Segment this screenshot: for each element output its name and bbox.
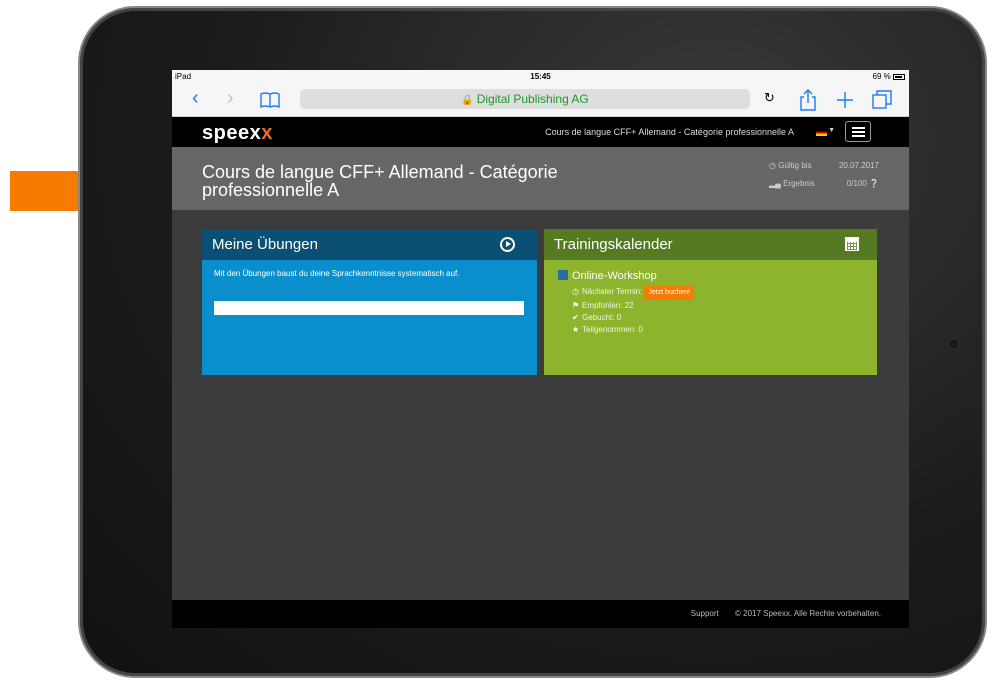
menu-bar-bottom: [852, 135, 865, 137]
ipad-screen: iPad 15:45 69 % ‹ › 🔒 Digital Publishing …: [172, 70, 909, 628]
next-appointment-row: ◷ Nächster Termin: Jetzt buchen!: [558, 286, 863, 300]
menu-bar-middle: [852, 131, 865, 133]
camera-dot: [948, 338, 960, 350]
play-icon[interactable]: [500, 237, 515, 252]
app-header: speexx Cours de langue CFF+ Allemand - C…: [172, 117, 909, 147]
workshop-color-square: [558, 270, 568, 280]
hamburger-menu-button[interactable]: [845, 121, 871, 142]
check-icon: ✔: [572, 313, 579, 322]
star-icon: ★: [572, 325, 580, 334]
clock-icon: ◷: [769, 161, 776, 170]
booked-row: ✔ Gebucht: 0: [558, 312, 863, 324]
exercises-card-header[interactable]: Meine Übungen: [202, 229, 537, 260]
result-label: Ergebnis: [783, 179, 815, 188]
help-icon[interactable]: ❔: [869, 179, 879, 188]
copyright: © 2017 Speexx. Alle Rechte vorbehalten.: [735, 609, 881, 618]
exercises-card[interactable]: Meine Übungen Mit den Übungen baust du d…: [202, 229, 537, 375]
chevron-down-icon[interactable]: ▼: [828, 127, 835, 134]
app-footer: Support © 2017 Speexx. Alle Rechte vorbe…: [172, 600, 909, 628]
footer-text: Support © 2017 Speexx. Alle Rechte vorbe…: [691, 609, 881, 618]
recommended-row: ⚑ Empfohlen: 22: [558, 300, 863, 312]
result-value: 0/100: [846, 179, 867, 188]
menu-bar-top: [852, 127, 865, 129]
lock-icon: 🔒: [461, 95, 474, 106]
exercises-title: Meine Übungen: [212, 236, 318, 253]
logo-x: x: [261, 122, 273, 144]
workshop-block: Online-Workshop ◷ Nächster Termin: Jetzt b…: [544, 260, 877, 336]
workshop-name: Online-Workshop: [572, 270, 657, 282]
calendar-title: Trainingskalender: [554, 236, 673, 253]
flag-icon: ⚑: [572, 301, 580, 310]
attended-count: Teilgenommen: 0: [582, 325, 643, 334]
forward-icon[interactable]: ›: [227, 87, 234, 109]
valid-until-label: Gültig bis: [778, 161, 812, 170]
address-bar[interactable]: 🔒 Digital Publishing AG: [300, 89, 750, 109]
support-link[interactable]: Support: [691, 609, 719, 618]
clock-icon: ◷: [572, 287, 579, 296]
speexx-logo[interactable]: speexx: [202, 122, 273, 145]
next-appointment-label: Nächster Termin:: [582, 287, 643, 296]
back-icon[interactable]: ‹: [192, 87, 199, 109]
battery-icon: [893, 73, 905, 80]
header-course-name: Cours de langue CFF+ Allemand - Catégori…: [545, 127, 794, 137]
result-row: ▂▄ Ergebnis 0/100 ❔: [769, 179, 879, 188]
calendar-card-header[interactable]: Trainingskalender: [544, 229, 877, 260]
valid-until-row: ◷ Gültig bis 20.07.2017: [769, 161, 879, 170]
exercises-progress-bar: [214, 301, 524, 315]
course-banner: Cours de langue CFF+ Allemand - Catégori…: [172, 147, 909, 210]
workshop-title[interactable]: Online-Workshop: [558, 270, 863, 282]
url-text: Digital Publishing AG: [476, 92, 589, 106]
booked-count: Gebucht: 0: [582, 313, 622, 322]
tabs-icon[interactable]: [872, 90, 892, 110]
training-calendar-card[interactable]: Trainingskalender Online-Workshop ◷ Nächs…: [544, 229, 877, 375]
attended-row: ★ Teilgenommen: 0: [558, 324, 863, 336]
exercises-description: Mit den Übungen baust du deine Sprachken…: [214, 269, 460, 278]
german-flag-icon[interactable]: [816, 129, 827, 136]
browser-toolbar: ‹ › 🔒 Digital Publishing AG ↻: [172, 83, 909, 117]
logo-text: speex: [202, 122, 262, 144]
calendar-icon[interactable]: [845, 237, 859, 251]
book-now-button[interactable]: Jetzt buchen!: [644, 286, 694, 300]
bookmarks-icon[interactable]: [260, 92, 280, 108]
clock: 15:45: [530, 72, 551, 81]
reload-icon[interactable]: ↻: [764, 90, 775, 106]
battery-percent: 69 %: [872, 72, 891, 81]
new-tab-icon[interactable]: [836, 91, 854, 109]
recommended-count: Empfohlen: 22: [582, 301, 634, 310]
battery-indicator: 69 %: [873, 72, 905, 81]
course-title: Cours de langue CFF+ Allemand - Catégori…: [202, 162, 558, 200]
valid-until-value: 20.07.2017: [838, 161, 879, 170]
status-bar: iPad 15:45 69 %: [172, 70, 909, 83]
share-icon[interactable]: [800, 89, 816, 111]
bar-chart-icon: ▂▄: [769, 179, 781, 188]
